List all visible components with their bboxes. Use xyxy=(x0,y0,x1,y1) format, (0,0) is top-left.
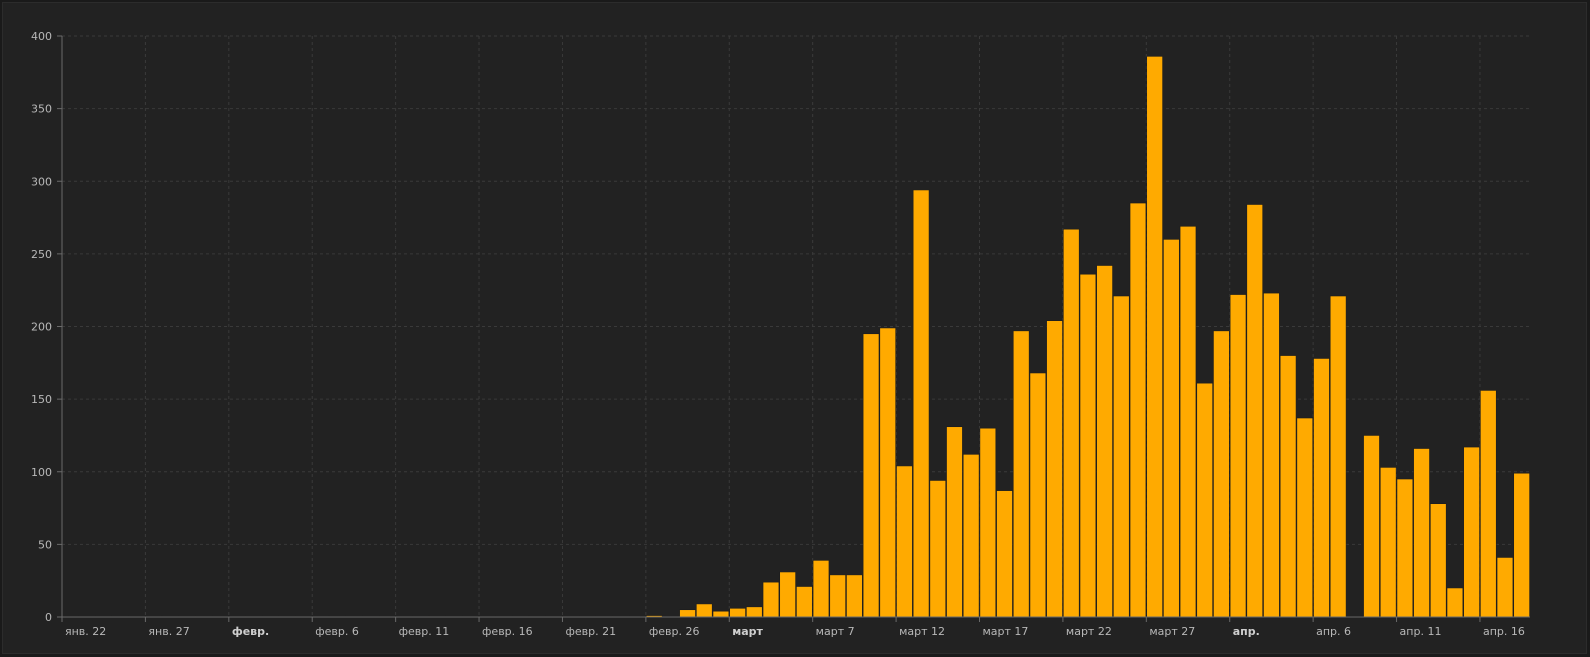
bar xyxy=(1079,273,1097,618)
bar xyxy=(1396,478,1414,618)
bar xyxy=(879,327,896,618)
x-tick-label: февр. 21 xyxy=(565,625,616,638)
bar xyxy=(1113,295,1130,618)
x-tick-label: февр. 16 xyxy=(482,625,533,638)
bar xyxy=(1046,320,1063,618)
bar xyxy=(846,574,863,618)
bar xyxy=(1163,239,1180,618)
bar xyxy=(1379,467,1397,618)
x-tick-label: февр. xyxy=(232,625,269,638)
bar xyxy=(1363,435,1380,618)
y-tick-label: 400 xyxy=(31,30,52,43)
bar xyxy=(1096,265,1113,618)
bar xyxy=(1329,295,1347,618)
bar xyxy=(946,426,963,618)
bar xyxy=(1263,292,1280,618)
bar xyxy=(1012,330,1030,618)
x-tick-label: март 22 xyxy=(1066,625,1112,638)
y-tick-labels: 0 50 100 150 200 250 300 350 400 xyxy=(31,30,52,624)
x-tick-label: янв. 27 xyxy=(148,625,189,638)
bar xyxy=(962,454,980,618)
bar xyxy=(929,480,947,618)
x-tick-label: март 12 xyxy=(899,625,945,638)
bar xyxy=(896,465,913,618)
bar xyxy=(1480,390,1497,618)
x-tick-label: апр. 6 xyxy=(1316,625,1351,638)
x-tick-label: март xyxy=(732,625,763,638)
y-tick-label: 50 xyxy=(38,538,52,551)
x-tick-label: февр. 26 xyxy=(649,625,700,638)
bar xyxy=(729,607,746,618)
x-tick-label: февр. 6 xyxy=(315,625,359,638)
bar xyxy=(1029,372,1047,618)
bar xyxy=(1296,417,1314,618)
bar xyxy=(1063,228,1080,618)
bar xyxy=(1213,330,1230,618)
y-tick-label: 350 xyxy=(31,103,52,116)
bar xyxy=(1246,204,1263,618)
bar xyxy=(696,603,713,618)
bar xyxy=(996,490,1013,618)
x-tick-label: март 27 xyxy=(1149,625,1195,638)
bar xyxy=(746,606,763,618)
bars xyxy=(62,56,1530,618)
y-tick-label: 0 xyxy=(45,611,52,624)
x-tick-label: янв. 22 xyxy=(65,625,106,638)
bar xyxy=(762,581,780,618)
y-tick-label: 300 xyxy=(31,175,52,188)
bar xyxy=(1229,294,1247,618)
bar xyxy=(1430,503,1447,618)
bar xyxy=(862,333,880,618)
bar-chart: 0 50 100 150 200 250 300 350 400 янв. 22 янв. 27 ф… xyxy=(31,30,1530,638)
bar xyxy=(1446,587,1464,618)
bar xyxy=(1146,56,1163,618)
x-tick-label: март 17 xyxy=(983,625,1029,638)
x-tick-labels: янв. 22 янв. 27 февр. февр. 6 февр. 11 февр. … xyxy=(65,625,1525,638)
bar xyxy=(1513,472,1530,618)
bar xyxy=(1179,225,1197,618)
bar xyxy=(796,586,813,618)
bar xyxy=(1196,382,1213,618)
x-tick-label: апр. 16 xyxy=(1483,625,1525,638)
bar xyxy=(1413,448,1430,618)
bar xyxy=(1463,446,1480,618)
bar xyxy=(829,574,846,618)
bar xyxy=(1129,202,1147,618)
bar xyxy=(1279,355,1297,618)
bar xyxy=(1313,358,1330,618)
x-tick-label: март 7 xyxy=(816,625,855,638)
y-tick-label: 200 xyxy=(31,321,52,334)
x-tick-label: апр. xyxy=(1233,625,1260,638)
chart-frame: 0 50 100 150 200 250 300 350 400 янв. 22 янв. 27 ф… xyxy=(2,2,1587,654)
bar xyxy=(912,189,930,618)
y-tick-label: 100 xyxy=(31,466,52,479)
x-tick-label: февр. 11 xyxy=(399,625,450,638)
bar xyxy=(779,571,796,618)
bar xyxy=(812,560,830,618)
bar xyxy=(1496,557,1514,618)
bar xyxy=(712,610,730,618)
bar xyxy=(679,609,696,618)
y-tick-label: 150 xyxy=(31,393,52,406)
bar xyxy=(979,427,997,618)
x-tick-label: апр. 11 xyxy=(1400,625,1442,638)
y-tick-label: 250 xyxy=(31,248,52,261)
